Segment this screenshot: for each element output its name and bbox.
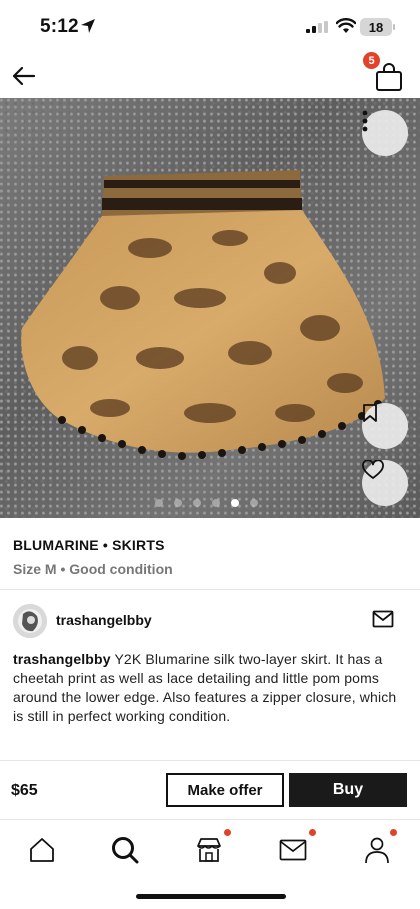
- heart-icon: [362, 460, 384, 479]
- tab-search[interactable]: [105, 832, 145, 868]
- profile-icon: [365, 837, 389, 864]
- product-photo[interactable]: [0, 98, 420, 518]
- mail-icon: [372, 610, 394, 628]
- item-brand-category[interactable]: BLUMARINE • SKIRTS: [13, 537, 407, 553]
- item-size-condition: Size M • Good condition: [13, 561, 173, 577]
- like-button[interactable]: [362, 460, 408, 506]
- item-description: trashangelbby Y2K Blumarine silk two-lay…: [13, 650, 408, 726]
- back-arrow-icon: [12, 66, 36, 86]
- top-nav: [0, 52, 420, 98]
- make-offer-button[interactable]: Make offer: [166, 773, 284, 807]
- tab-profile[interactable]: [357, 832, 397, 868]
- carousel-dot[interactable]: [250, 499, 258, 507]
- save-button[interactable]: [362, 403, 408, 449]
- back-button[interactable]: [8, 60, 40, 92]
- home-indicator: [136, 894, 286, 899]
- more-vertical-icon: [362, 110, 368, 132]
- search-icon: [112, 837, 139, 864]
- wifi-icon: [336, 18, 356, 33]
- tab-shop[interactable]: [189, 832, 229, 868]
- shop-icon: [197, 838, 221, 862]
- carousel-dots[interactable]: [155, 499, 258, 507]
- status-time: 5:12: [40, 16, 79, 37]
- battery-nub: [393, 24, 395, 30]
- tab-home[interactable]: [22, 832, 62, 868]
- profile-notification-dot: [390, 829, 397, 836]
- carousel-dot[interactable]: [174, 499, 182, 507]
- avatar[interactable]: [13, 604, 47, 638]
- skirt-illustration: [21, 170, 385, 460]
- battery-indicator: 18: [360, 18, 392, 36]
- more-options-button[interactable]: [362, 110, 408, 156]
- seller-row[interactable]: trashangelbby: [0, 590, 420, 650]
- purchase-bar: $65 Make offer Buy: [0, 760, 420, 820]
- carousel-dot[interactable]: [212, 499, 220, 507]
- tab-messages[interactable]: [273, 832, 313, 868]
- buy-button[interactable]: Buy: [289, 773, 407, 807]
- item-price: $65: [11, 782, 38, 799]
- messages-notification-dot: [309, 829, 316, 836]
- signal-icon: [306, 21, 328, 33]
- avatar-image: [13, 604, 47, 638]
- location-arrow-icon: [81, 19, 95, 33]
- message-seller-button[interactable]: [372, 610, 398, 632]
- carousel-dot[interactable]: [193, 499, 201, 507]
- seller-username[interactable]: trashangelbby: [56, 612, 152, 628]
- battery-level: 18: [368, 19, 384, 35]
- bag-count-badge: 5: [363, 52, 380, 69]
- mail-icon: [279, 839, 307, 861]
- carousel-dot-active[interactable]: [231, 499, 239, 507]
- shop-notification-dot: [224, 829, 231, 836]
- carousel-dot[interactable]: [155, 499, 163, 507]
- description-author[interactable]: trashangelbby: [13, 651, 111, 667]
- home-icon: [30, 838, 54, 862]
- status-bar: 5:12 18: [0, 0, 420, 52]
- item-info: BLUMARINE • SKIRTS Size M • Good conditi…: [0, 518, 420, 590]
- bookmark-icon: [363, 404, 377, 422]
